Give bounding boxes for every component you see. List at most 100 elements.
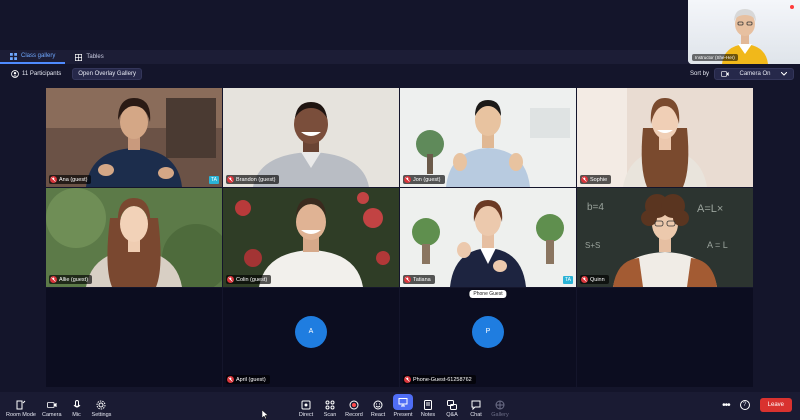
direct-icon <box>301 400 311 410</box>
react-button[interactable]: React <box>369 394 387 418</box>
tab-class-gallery[interactable]: Class gallery <box>0 50 66 64</box>
participants-label: 11 Participants <box>22 71 62 77</box>
record-button[interactable]: Record <box>345 394 363 418</box>
participant-name: Tatiana <box>413 276 431 283</box>
grid-icon <box>10 52 17 60</box>
chat-button[interactable]: Chat <box>467 394 485 418</box>
self-view-video[interactable]: Instructor (She-Her) <box>688 0 800 64</box>
direct-button[interactable]: Direct <box>297 394 315 418</box>
help-button[interactable]: ? <box>739 400 750 410</box>
participant-tile[interactable]: Ana (guest) TA <box>46 88 222 187</box>
right-toolbar-group: ••• ? Leave <box>722 398 792 412</box>
sort-value: Camera On <box>739 71 771 77</box>
avatar: P <box>472 315 504 348</box>
meeting-toolbar: Room Mode Camera Mic Settings Direct Sca… <box>0 392 800 420</box>
participant-tooltip: Phone Guest <box>469 290 507 298</box>
participant-tile[interactable]: Phone Guest P Phone-Guest-61258762 <box>400 288 576 387</box>
notes-icon <box>424 400 432 410</box>
participants-icon <box>11 70 19 78</box>
classroom-app: Class gallery Tables Instructor (She-Her… <box>0 0 800 420</box>
tab-label: Class gallery <box>21 53 56 59</box>
settings-button[interactable]: Settings <box>92 394 111 418</box>
open-overlay-gallery-button[interactable]: Open Overlay Gallery <box>72 68 142 80</box>
ta-badge: TA <box>208 176 219 184</box>
mic-muted-icon <box>581 176 588 183</box>
room-mode-button[interactable]: Room Mode <box>6 394 36 418</box>
settings-icon <box>96 400 106 410</box>
participant-tile[interactable]: Brandon (guest) <box>223 88 399 187</box>
mic-muted-icon <box>227 176 234 183</box>
participant-name: Phone-Guest-61258762 <box>413 376 472 383</box>
participant-name: Sophie <box>590 176 608 183</box>
participant-tile[interactable]: Sophie <box>577 88 753 187</box>
button-label: React <box>370 412 386 418</box>
button-label: Present <box>393 412 413 418</box>
mic-icon <box>73 400 80 408</box>
camera-icon <box>721 71 729 77</box>
participant-video <box>400 88 576 187</box>
participant-video <box>577 88 753 187</box>
mic-muted-icon <box>227 276 234 283</box>
participant-name-tag: Allie (guest) <box>49 275 93 284</box>
participant-video: b=4 A=L× A = L S+S <box>577 188 753 287</box>
tab-tables[interactable]: Tables <box>65 50 113 64</box>
participant-name: Allie (guest) <box>59 276 89 283</box>
notes-button[interactable]: Notes <box>419 394 437 418</box>
button-label: Q&A <box>446 412 458 418</box>
participant-name-tag: April (guest) <box>226 375 270 384</box>
ta-badge: TA <box>562 276 573 284</box>
mouse-cursor-icon <box>262 410 269 419</box>
participant-name-tag: Phone-Guest-61258762 <box>403 375 476 384</box>
button-label: Mic <box>72 412 81 418</box>
mic-button[interactable]: Mic <box>68 394 86 418</box>
avatar: A <box>295 315 327 348</box>
mic-muted-icon <box>227 376 234 383</box>
button-label: Scan <box>323 412 337 418</box>
participant-tile[interactable]: Allie (guest) <box>46 188 222 287</box>
sort-select[interactable]: Camera On <box>714 68 794 80</box>
video-gallery: Ana (guest) TA Brandon (guest) Jon (gues… <box>46 88 754 387</box>
empty-tile <box>46 288 222 387</box>
empty-tile <box>577 288 753 387</box>
mic-muted-icon <box>404 276 411 283</box>
scan-icon <box>325 400 335 410</box>
gallery-button[interactable]: Gallery <box>491 394 509 418</box>
sort-label: Sort by <box>689 71 709 77</box>
svg-text:A=L×: A=L× <box>697 203 723 215</box>
self-name: Instructor (She-Her) <box>695 55 735 60</box>
participant-name: Colin (guest) <box>236 276 268 283</box>
present-icon <box>398 398 408 407</box>
participant-video <box>223 88 399 187</box>
mic-muted-icon <box>404 176 411 183</box>
participant-tile[interactable]: Colin (guest) <box>223 188 399 287</box>
present-button[interactable]: Present <box>393 394 413 418</box>
participant-name-tag: Tatiana <box>403 275 435 284</box>
participants-count[interactable]: 11 Participants <box>6 68 66 80</box>
qa-button[interactable]: Q&A <box>443 394 461 418</box>
gallery-controls: 11 Participants Open Overlay Gallery Sor… <box>0 66 800 82</box>
mic-muted-icon <box>50 176 57 183</box>
more-options-button[interactable]: ••• <box>722 400 730 411</box>
participant-tile[interactable]: Tatiana TA <box>400 188 576 287</box>
participant-name-tag: Brandon (guest) <box>226 175 280 184</box>
button-label: Direct <box>298 412 314 418</box>
button-label: Notes <box>420 412 436 418</box>
participant-name: Brandon (guest) <box>236 176 276 183</box>
leave-button[interactable]: Leave <box>759 398 792 412</box>
participant-tile[interactable]: A April (guest) <box>223 288 399 387</box>
participant-name: Ana (guest) <box>59 176 88 183</box>
qa-icon <box>447 400 457 410</box>
mic-muted-icon <box>581 276 588 283</box>
left-toolbar-group: Room Mode Camera Mic Settings <box>6 394 111 418</box>
scan-button[interactable]: Scan <box>321 394 339 418</box>
button-label: Camera <box>41 412 62 418</box>
camera-icon <box>46 402 57 408</box>
participant-name-tag: Jon (guest) <box>403 175 445 184</box>
participant-name: Jon (guest) <box>413 176 441 183</box>
participant-tile[interactable]: Jon (guest) <box>400 88 576 187</box>
camera-button[interactable]: Camera <box>42 394 62 418</box>
participant-name-tag: Ana (guest) <box>49 175 92 184</box>
mic-muted-icon <box>404 376 411 383</box>
participant-tile[interactable]: b=4 A=L× A = L S+S Quinn <box>577 188 753 287</box>
table-icon <box>75 53 83 61</box>
